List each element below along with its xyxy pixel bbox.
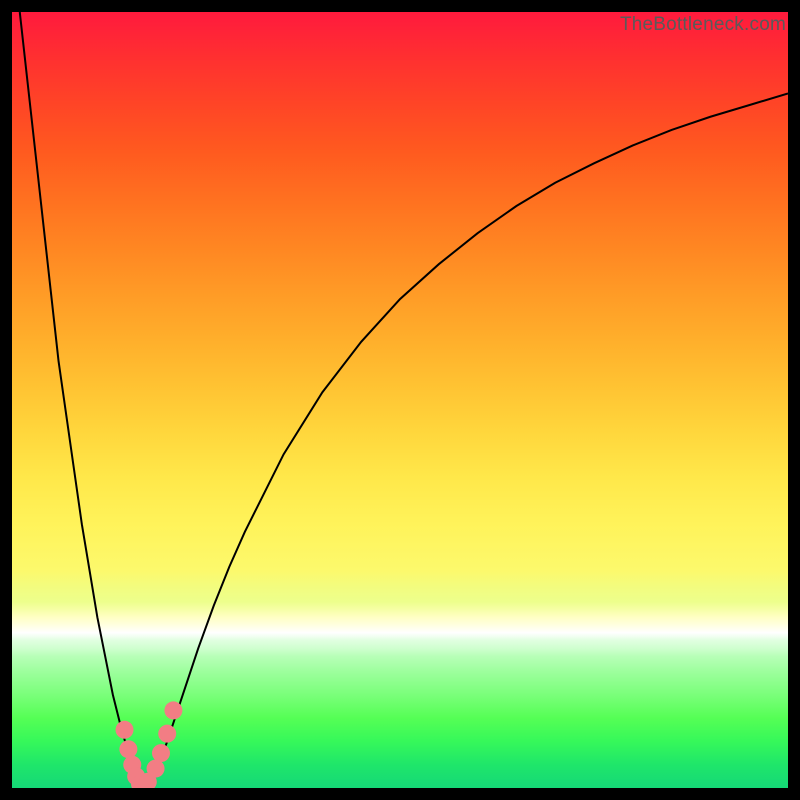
chart-svg [12,12,788,788]
marker-point [164,701,182,719]
marker-point [158,725,176,743]
highlight-markers [116,701,183,788]
marker-point [116,721,134,739]
marker-point [147,760,165,778]
bottleneck-curve [20,12,788,786]
watermark-text: TheBottleneck.com [620,14,786,36]
chart-container: TheBottleneck.com [0,0,800,800]
curve-path [20,12,788,786]
marker-point [119,740,137,758]
marker-point [152,744,170,762]
